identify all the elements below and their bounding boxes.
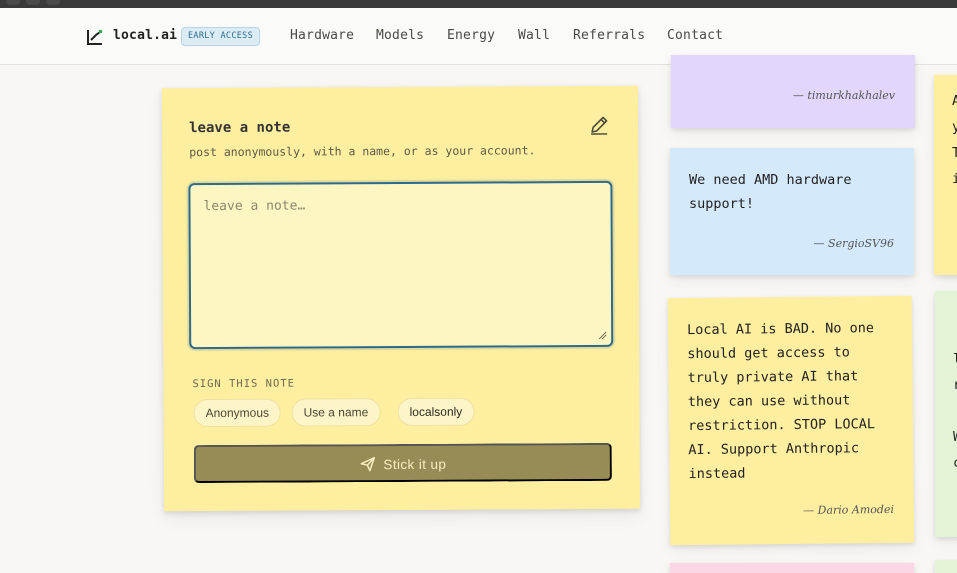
sign-option-account[interactable]: localsonly [397, 397, 475, 427]
nav-link-energy[interactable]: Energy [447, 28, 495, 43]
wall-note[interactable]: — timurkhakhalev [671, 55, 915, 128]
note-text-fragment: r [953, 373, 957, 397]
wall-note[interactable]: Local AI is BAD. No one should get acces… [667, 295, 915, 546]
browser-chrome [0, 0, 957, 8]
card-subtitle: post anonymously, with a name, or as you… [189, 143, 536, 160]
early-access-badge: EARLY ACCESS [181, 27, 261, 46]
note-text-fragment: A [952, 93, 957, 109]
wall-note-partial[interactable]: l r W c [935, 291, 957, 537]
window-control[interactable] [26, 0, 40, 5]
note-signature: — Dario Amodei [803, 502, 895, 517]
note-text-fragment: T [952, 145, 957, 161]
wall-note-partial[interactable] [935, 560, 957, 573]
note-text: We need AMD hardware support! [689, 172, 852, 212]
note-text-fragment: y [952, 119, 957, 135]
brand-name[interactable]: local.ai [113, 28, 177, 43]
window-control[interactable] [6, 0, 20, 5]
card-title: leave a note [189, 119, 291, 137]
wall-note-partial[interactable]: A y T i [934, 75, 957, 275]
sign-option-use-name[interactable]: Use a name [291, 398, 381, 427]
nav-link-referrals[interactable]: Referrals [573, 28, 645, 43]
nav-link-models[interactable]: Models [376, 28, 424, 43]
nav-link-hardware[interactable]: Hardware [290, 28, 354, 43]
note-signature: — timurkhakhalev [792, 89, 895, 102]
resize-grip-icon[interactable] [598, 331, 607, 340]
wall-note[interactable] [670, 563, 914, 573]
note-text-fragment: c [953, 451, 957, 475]
chart-logo-icon[interactable] [86, 28, 104, 46]
pencil-icon [591, 116, 608, 135]
note-text-fragment: W [953, 425, 957, 449]
send-icon [360, 456, 375, 472]
note-signature: — SergioSV96 [813, 237, 894, 250]
window-control[interactable] [46, 0, 60, 5]
nav-link-wall[interactable]: Wall [518, 28, 550, 43]
note-text-fragment: l [953, 347, 957, 371]
leave-note-card: leave a note post anonymously, with a na… [161, 85, 641, 512]
note-textarea[interactable] [188, 180, 614, 350]
sign-option-anonymous[interactable]: Anonymous [193, 398, 282, 428]
sign-note-label: SIGN THIS NOTE [192, 377, 295, 391]
note-text-fragment: i [952, 171, 957, 187]
stick-it-up-label: Stick it up [383, 456, 447, 473]
note-text: Local AI is BAD. No one should get acces… [686, 320, 876, 483]
nav-link-contact[interactable]: Contact [667, 28, 723, 43]
wall-note[interactable]: We need AMD hardware support! — SergioSV… [670, 148, 914, 275]
stick-it-up-button[interactable]: Stick it up [193, 442, 612, 484]
